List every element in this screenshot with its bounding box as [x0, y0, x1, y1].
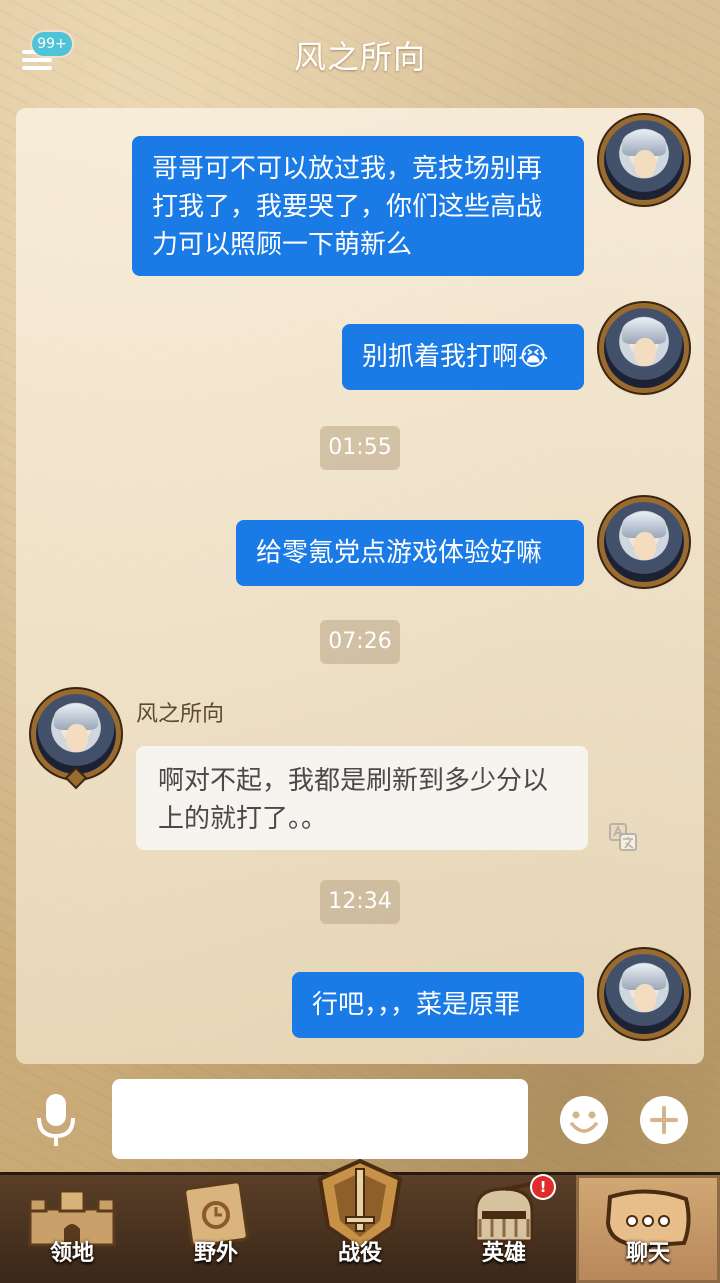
my-avatar[interactable] [604, 502, 684, 582]
message-text: 哥哥可不可以放过我，竞技场别再打我了，我要哭了，你们这些高战力可以照顾一下萌新么 [152, 154, 543, 260]
timestamp: 07:26 [320, 620, 400, 664]
my-avatar[interactable] [604, 120, 684, 200]
avatar-frame-notch [67, 769, 85, 787]
heroes-alert-badge: ! [532, 1176, 554, 1198]
message-text: 啊对不起，我都是刷新到多少分以上的就打了。。 [158, 766, 549, 834]
avatar-face [634, 150, 656, 178]
plus-icon[interactable] [638, 1094, 690, 1146]
nav-label: 聊天 [625, 1241, 670, 1266]
nav-item-wild[interactable]: 野外 [144, 1175, 288, 1283]
avatar-face [634, 532, 656, 560]
nav-item-territory[interactable]: 领地 [0, 1175, 144, 1283]
outgoing-message[interactable]: 别抓着我打啊😭 [342, 324, 584, 390]
chat-header: 99+ 风之所向 [0, 0, 720, 108]
outgoing-message[interactable]: 行吧，，，菜是原罪 [292, 972, 584, 1038]
sender-name: 风之所向 [136, 702, 225, 727]
my-avatar[interactable] [604, 954, 684, 1034]
outgoing-message[interactable]: 给零氪党点游戏体验好嘛 [236, 520, 584, 586]
page-title: 风之所向 [293, 38, 426, 76]
avatar-face [634, 984, 656, 1012]
avatar-face [66, 724, 88, 752]
outgoing-message[interactable]: 哥哥可不可以放过我，竞技场别再打我了，我要哭了，你们这些高战力可以照顾一下萌新么 [132, 136, 584, 276]
nav-label: 战役 [337, 1241, 382, 1266]
message-text: 给零氪党点游戏体验好嘛 [256, 538, 543, 568]
translate-icon[interactable] [608, 822, 638, 852]
nav-label: 野外 [193, 1241, 238, 1266]
message-input[interactable] [112, 1079, 528, 1159]
emoji-icon[interactable] [558, 1094, 610, 1146]
nav-label: 领地 [49, 1241, 94, 1266]
message-text: 行吧，，，菜是原罪 [312, 990, 521, 1020]
incoming-message[interactable]: 啊对不起，我都是刷新到多少分以上的就打了。。 [136, 746, 588, 850]
microphone-icon[interactable] [34, 1092, 78, 1148]
timestamp: 12:34 [320, 880, 400, 924]
timestamp: 01:55 [320, 426, 400, 470]
avatar-face [634, 338, 656, 366]
contact-avatar[interactable] [36, 694, 116, 787]
message-text: 别抓着我打啊😭 [362, 342, 549, 372]
bottom-navigation: 领地 野外 战役 英雄 聊天 [0, 1158, 720, 1283]
nav-item-campaign[interactable]: 战役 [288, 1158, 432, 1283]
my-avatar[interactable] [604, 308, 684, 388]
chat-message-list[interactable]: 哥哥可不可以放过我，竞技场别再打我了，我要哭了，你们这些高战力可以照顾一下萌新么… [16, 108, 704, 1064]
nav-item-heroes[interactable]: 英雄 [432, 1175, 576, 1283]
nav-label: 英雄 [481, 1241, 526, 1266]
nav-item-chat[interactable]: 聊天 [576, 1175, 720, 1283]
